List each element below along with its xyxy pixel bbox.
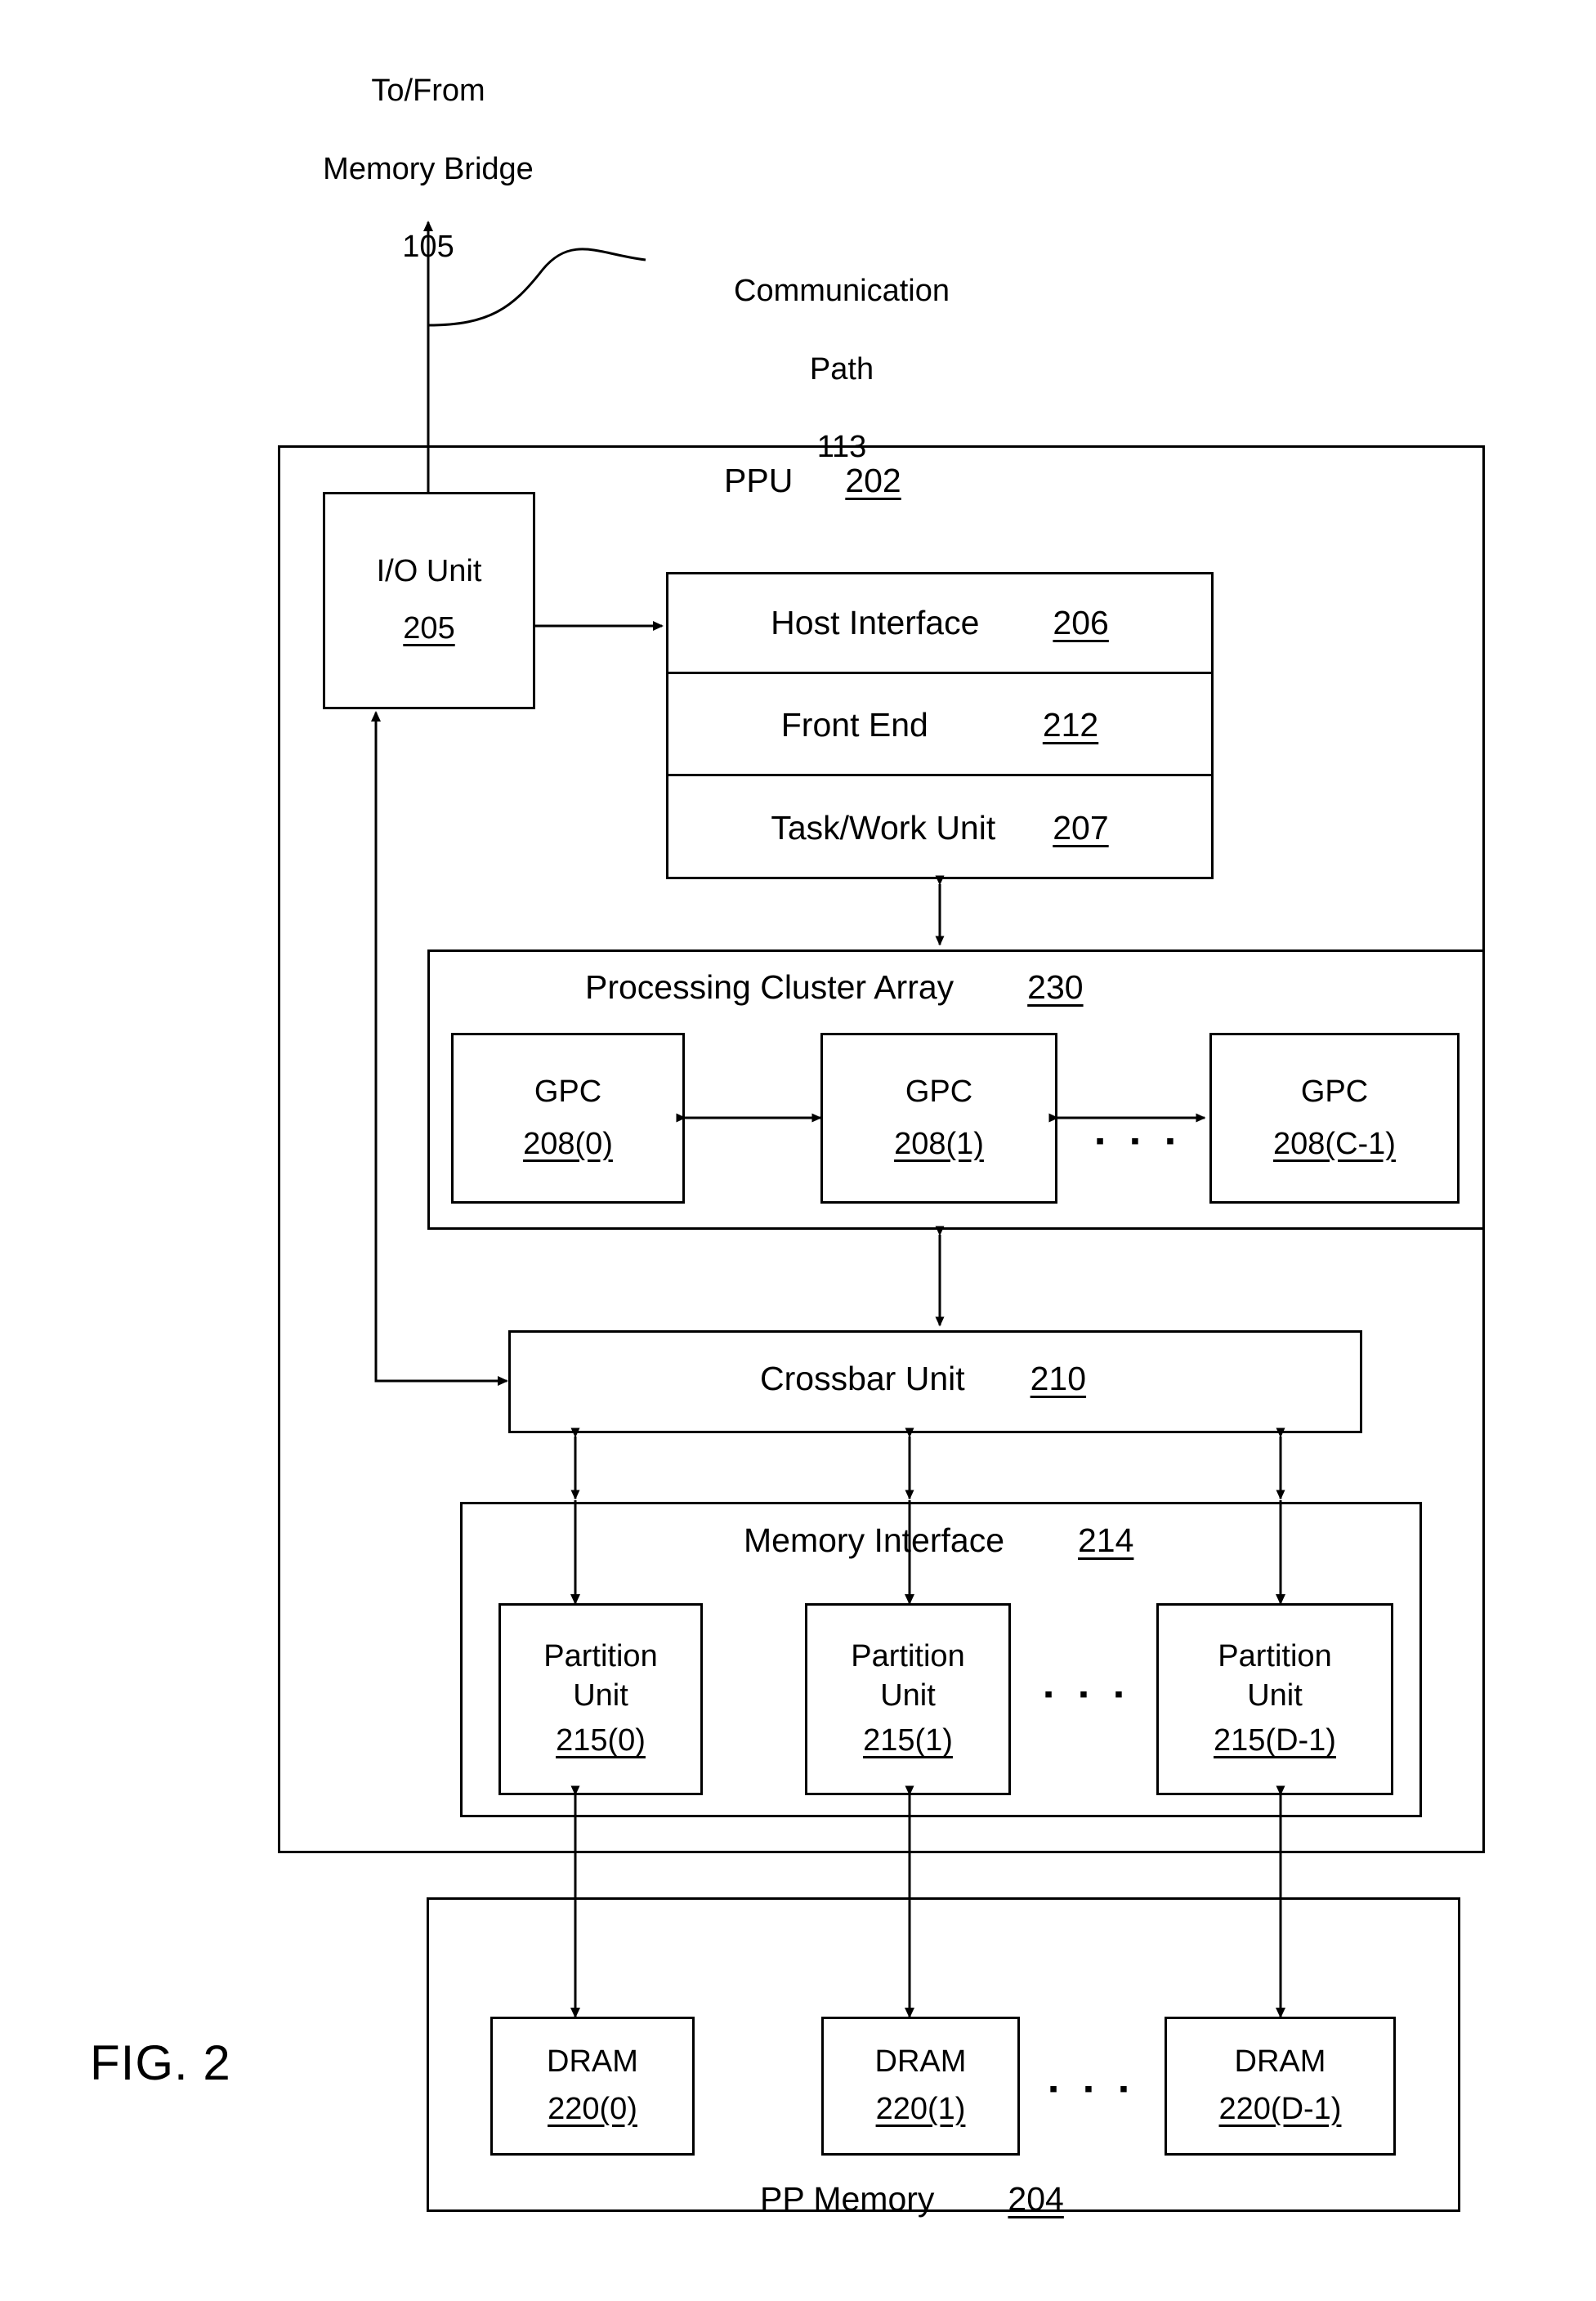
gpc-2-ref: 208(C-1) xyxy=(1273,1126,1396,1161)
ppu-ref: 202 xyxy=(845,462,901,499)
front-end-title: Front End xyxy=(780,706,928,744)
host-interface-ref: 206 xyxy=(1053,604,1109,641)
pp-memory-ref: 204 xyxy=(1008,2180,1064,2218)
dram-box-0[interactable]: DRAM 220(0) xyxy=(490,2017,695,2156)
crossbar-title-row: Crossbar Unit 210 xyxy=(760,1360,1086,1398)
ppu-title-row: PPU 202 xyxy=(724,462,901,500)
pp-memory-title: PP Memory xyxy=(760,2180,935,2218)
partition-unit-box-1[interactable]: Partition Unit 215(1) xyxy=(805,1603,1011,1795)
memory-bridge-ref: 105 xyxy=(402,230,454,265)
pp-memory-title-row: PP Memory 204 xyxy=(760,2180,1064,2218)
communication-path-line1: Communication xyxy=(734,273,950,308)
partition-unit-1-ref: 215(1) xyxy=(863,1723,953,1758)
dram-box-1[interactable]: DRAM 220(1) xyxy=(821,2017,1020,2156)
partition-unit-1-line2: Unit xyxy=(880,1678,936,1713)
partition-unit-ellipsis: ▪ ▪ ▪ xyxy=(1044,1681,1133,1708)
dram-1-title: DRAM xyxy=(874,2044,967,2080)
ppu-title: PPU xyxy=(724,462,794,499)
gpc-box-0[interactable]: GPC 208(0) xyxy=(451,1033,685,1204)
memory-interface-title-row: Memory Interface 214 xyxy=(744,1521,1133,1560)
gpc-1-ref: 208(1) xyxy=(894,1126,984,1161)
partition-unit-2-ref: 215(D-1) xyxy=(1214,1723,1336,1758)
memory-bridge-line1: To/From xyxy=(371,73,485,108)
partition-unit-box-2[interactable]: Partition Unit 215(D-1) xyxy=(1156,1603,1393,1795)
task-work-unit-row[interactable]: Task/Work Unit 207 xyxy=(666,776,1214,879)
memory-bridge-annotation: To/From Memory Bridge 105 xyxy=(265,33,592,306)
dram-2-ref: 220(D-1) xyxy=(1218,2092,1342,2126)
partition-unit-2-line1: Partition xyxy=(1218,1638,1332,1673)
memory-interface-ref: 214 xyxy=(1078,1521,1134,1559)
gpc-0-ref: 208(0) xyxy=(523,1126,613,1161)
pca-title-row: Processing Cluster Array 230 xyxy=(585,968,1084,1007)
host-interface-title: Host Interface xyxy=(771,604,980,641)
dram-1-ref: 220(1) xyxy=(875,2092,966,2126)
gpc-2-title: GPC xyxy=(1300,1074,1369,1109)
pca-ref: 230 xyxy=(1027,968,1084,1006)
crossbar-unit-ref: 210 xyxy=(1030,1360,1087,1397)
partition-unit-1-line1: Partition xyxy=(851,1638,965,1673)
dram-2-title: DRAM xyxy=(1234,2044,1326,2080)
pca-title: Processing Cluster Array xyxy=(585,968,954,1006)
figure-label: FIG. 2 xyxy=(90,2035,231,2090)
memory-interface-title: Memory Interface xyxy=(744,1521,1004,1559)
dram-ellipsis: ▪ ▪ ▪ xyxy=(1048,2075,1138,2102)
partition-unit-box-0[interactable]: Partition Unit 215(0) xyxy=(498,1603,703,1795)
dram-0-title: DRAM xyxy=(547,2044,638,2080)
memory-bridge-line2: Memory Bridge xyxy=(323,151,534,186)
partition-unit-0-line1: Partition xyxy=(543,1638,658,1673)
task-work-unit-ref: 207 xyxy=(1053,808,1109,847)
communication-path-line2: Path xyxy=(809,351,874,386)
gpc-0-title: GPC xyxy=(534,1074,602,1109)
crossbar-unit-title: Crossbar Unit xyxy=(760,1360,965,1397)
gpc-1-title: GPC xyxy=(905,1074,973,1109)
figure-canvas: To/From Memory Bridge 105 Communication … xyxy=(0,0,1596,2301)
task-work-unit-title: Task/Work Unit xyxy=(771,808,996,847)
io-unit-title: I/O Unit xyxy=(376,554,482,589)
io-unit-ref: 205 xyxy=(403,611,455,646)
dram-box-2[interactable]: DRAM 220(D-1) xyxy=(1165,2017,1396,2156)
front-end-row[interactable]: Front End 212 xyxy=(666,674,1214,776)
host-interface-row[interactable]: Host Interface 206 xyxy=(666,572,1214,674)
dram-0-ref: 220(0) xyxy=(548,2092,637,2126)
io-unit-box[interactable]: I/O Unit 205 xyxy=(323,492,535,709)
front-end-ref: 212 xyxy=(1042,706,1099,744)
partition-unit-2-line2: Unit xyxy=(1247,1678,1303,1713)
gpc-box-1[interactable]: GPC 208(1) xyxy=(820,1033,1057,1204)
partition-unit-0-line2: Unit xyxy=(573,1678,628,1713)
gpc-ellipsis: ▪ ▪ ▪ xyxy=(1095,1128,1185,1155)
gpc-box-2[interactable]: GPC 208(C-1) xyxy=(1209,1033,1460,1204)
partition-unit-0-ref: 215(0) xyxy=(556,1723,646,1758)
